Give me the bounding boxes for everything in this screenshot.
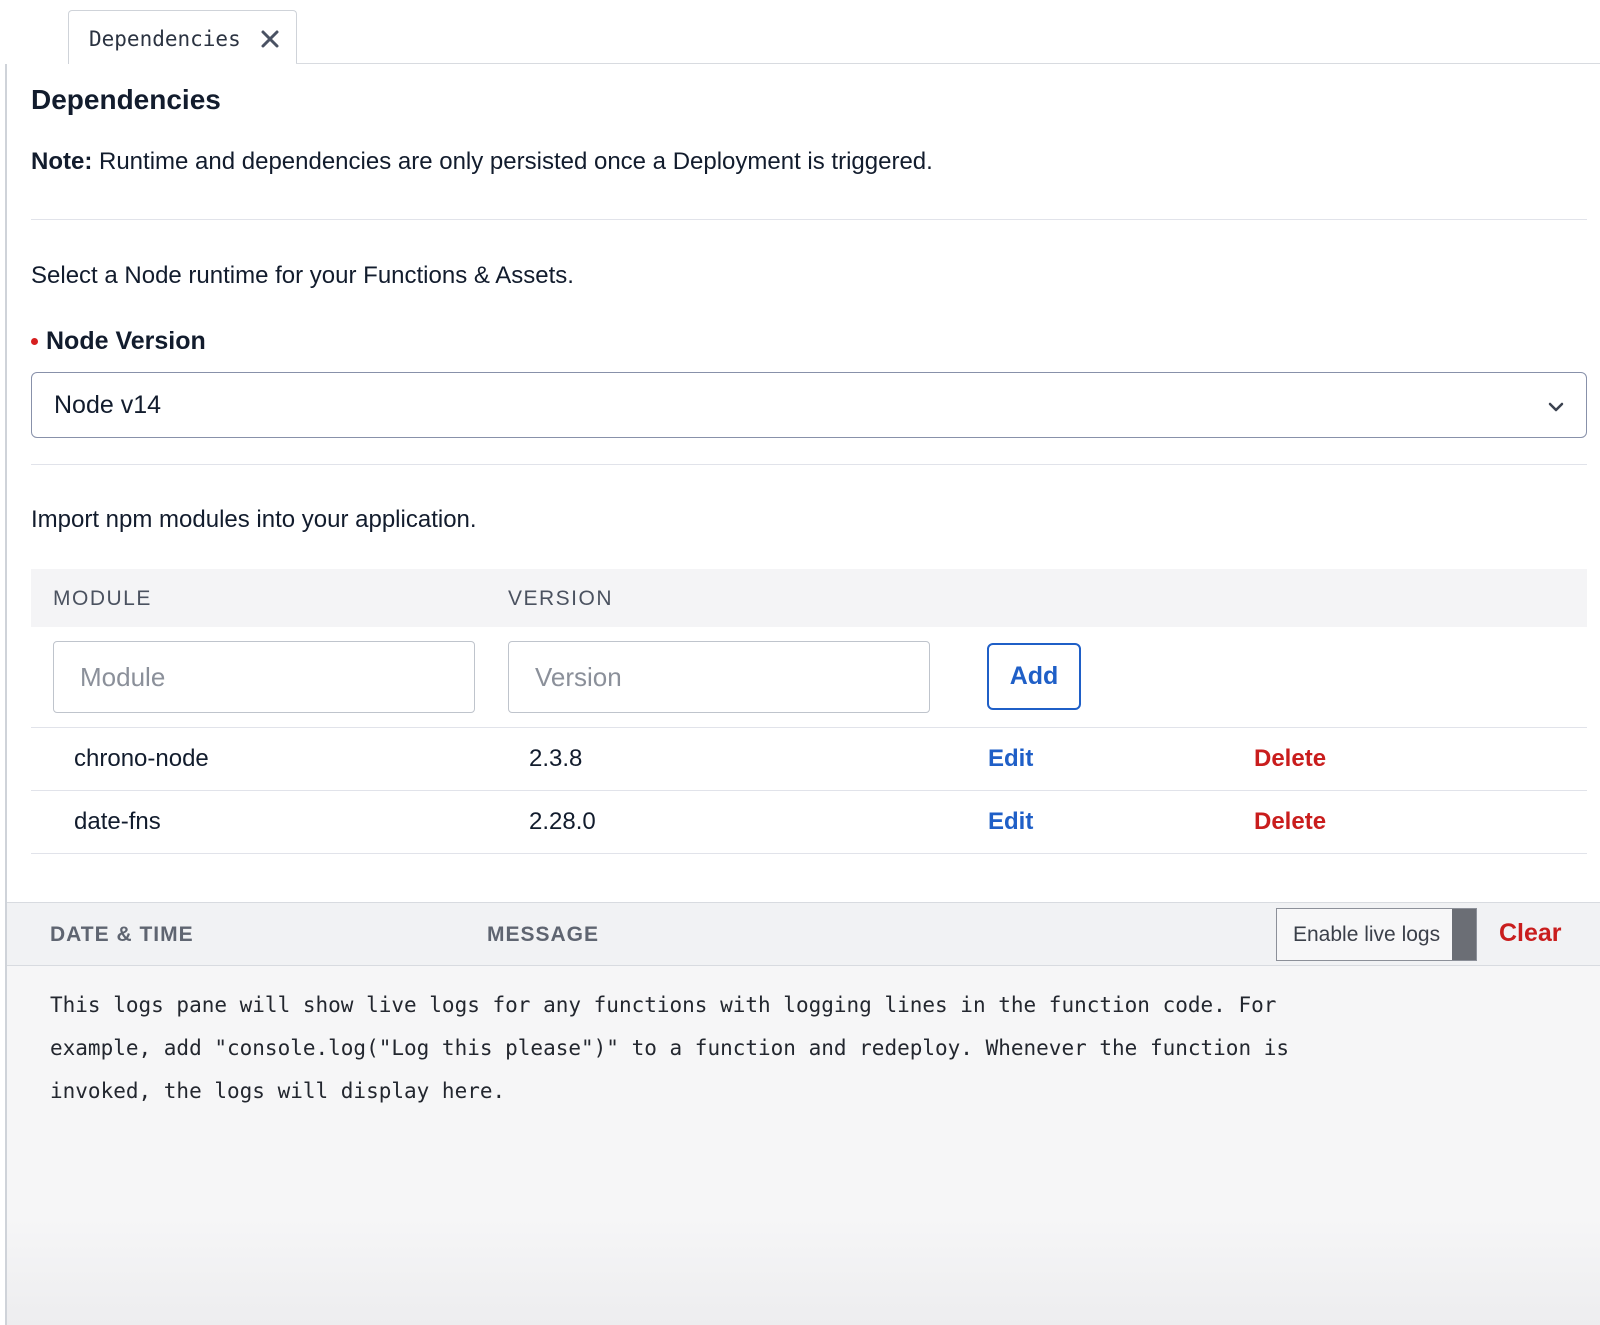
column-header-module: MODULE <box>53 587 152 610</box>
logs-pane: DATE & TIME MESSAGE Enable live logs Cle… <box>5 902 1600 1325</box>
add-module-row: Add <box>31 627 1587 728</box>
enable-live-logs-toggle[interactable]: Enable live logs <box>1276 908 1477 961</box>
node-version-label: Node Version <box>31 327 206 356</box>
modules-hint: Import npm modules into your application… <box>31 506 477 533</box>
toggle-knob <box>1452 909 1476 960</box>
tab-strip: Dependencies <box>0 0 1600 66</box>
column-header-date-time: DATE & TIME <box>50 923 194 946</box>
module-version: 2.3.8 <box>529 745 583 772</box>
scroll-shadow <box>7 1217 1600 1325</box>
table-row: date-fns 2.28.0 Edit Delete <box>31 791 1587 854</box>
node-version-select[interactable]: Node v14 <box>31 372 1587 438</box>
edit-button[interactable]: Edit <box>988 745 1033 773</box>
note-label: Note: <box>31 148 93 175</box>
note-text: Runtime and dependencies are only persis… <box>92 148 933 175</box>
table-row: chrono-node 2.3.8 Edit Delete <box>31 728 1587 791</box>
module-version: 2.28.0 <box>529 808 596 835</box>
close-icon[interactable] <box>259 28 281 50</box>
modules-table-header: MODULE VERSION <box>31 569 1587 627</box>
runtime-hint: Select a Node runtime for your Functions… <box>31 262 574 289</box>
module-input[interactable] <box>53 641 475 713</box>
logs-empty-message: This logs pane will show live logs for a… <box>50 993 1290 1103</box>
delete-button[interactable]: Delete <box>1254 745 1326 773</box>
clear-button[interactable]: Clear <box>1499 919 1562 948</box>
edit-button[interactable]: Edit <box>988 808 1033 836</box>
module-name: chrono-node <box>74 745 209 772</box>
tab-dependencies[interactable]: Dependencies <box>68 10 297 66</box>
version-input[interactable] <box>508 641 930 713</box>
node-version-value: Node v14 <box>54 390 162 419</box>
column-header-message: MESSAGE <box>487 923 600 946</box>
column-header-version: VERSION <box>508 587 614 610</box>
page-title: Dependencies <box>31 84 221 115</box>
chevron-down-icon <box>1546 395 1566 415</box>
tab-label: Dependencies <box>89 26 241 51</box>
required-indicator <box>31 338 38 345</box>
divider <box>31 464 1587 465</box>
add-button[interactable]: Add <box>987 643 1081 710</box>
logs-header: DATE & TIME MESSAGE Enable live logs Cle… <box>7 902 1600 966</box>
live-toggle-label: Enable live logs <box>1293 922 1441 946</box>
divider <box>31 219 1587 220</box>
module-name: date-fns <box>74 808 161 835</box>
deployment-note: Note: Runtime and dependencies are only … <box>31 148 933 176</box>
node-version-label-text: Node Version <box>46 327 206 355</box>
delete-button[interactable]: Delete <box>1254 808 1326 836</box>
